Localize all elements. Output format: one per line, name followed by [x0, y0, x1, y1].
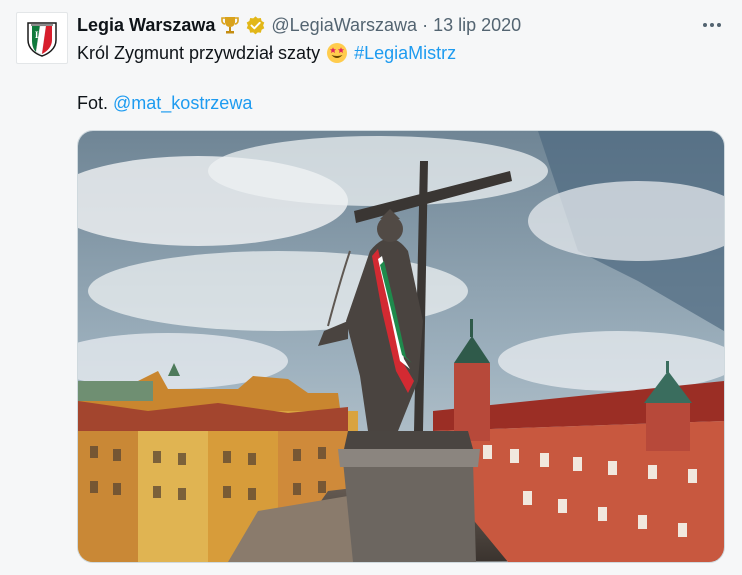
tweet: L Legia Warszawa @LegiaWarszawa · 13 lip… — [0, 0, 742, 575]
author-name[interactable]: Legia Warszawa — [77, 15, 215, 36]
tweet-text-main: Król Zygmunt przywdział szaty — [77, 43, 321, 63]
tweet-header: Legia Warszawa @LegiaWarszawa · 13 lip 2… — [77, 14, 521, 36]
separator-dot: · — [422, 14, 429, 35]
trophy-icon — [219, 14, 241, 36]
more-options-icon[interactable] — [700, 14, 724, 36]
avatar[interactable]: L — [16, 12, 68, 64]
photo-credit-prefix: Fot. — [77, 93, 109, 113]
hashtag-link[interactable]: #LegiaMistrz — [354, 42, 456, 64]
legia-logo-icon: L — [27, 22, 57, 57]
photo-image — [78, 131, 724, 562]
tweet-date[interactable]: 13 lip 2020 — [433, 15, 521, 36]
photo-credit: Fot. @mat_kostrzewa — [77, 92, 252, 114]
verified-gold-icon[interactable] — [245, 15, 266, 36]
tweet-photo[interactable] — [77, 130, 725, 563]
star-struck-emoji — [326, 42, 348, 64]
author-handle[interactable]: @LegiaWarszawa — [271, 15, 417, 36]
svg-text:L: L — [35, 30, 41, 40]
photo-credit-mention[interactable]: @mat_kostrzewa — [113, 92, 252, 114]
tweet-text: Król Zygmunt przywdział szaty #LegiaMist… — [77, 42, 456, 64]
